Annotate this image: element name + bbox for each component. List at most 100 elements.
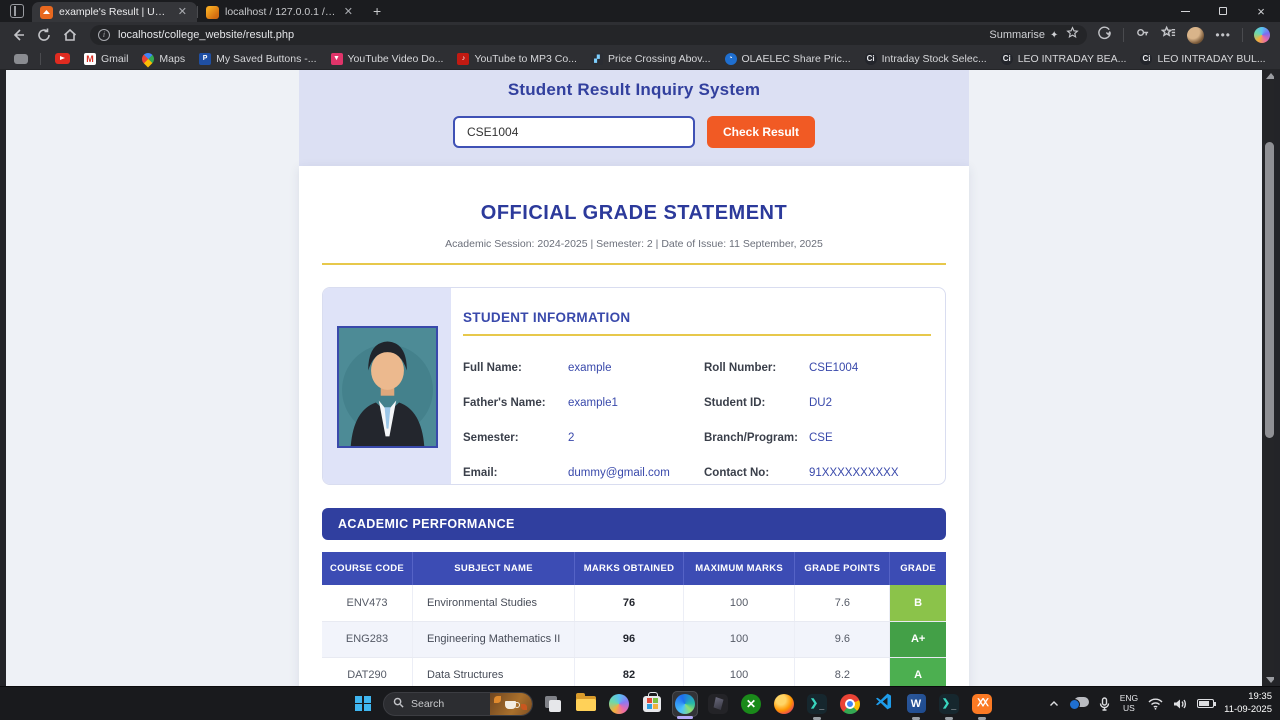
store-bag-icon xyxy=(643,696,661,712)
folder-icon xyxy=(576,696,596,711)
windows-logo-icon xyxy=(355,696,371,712)
bookmark-maps[interactable]: Maps xyxy=(142,53,185,65)
field-value: DU2 xyxy=(809,397,931,409)
mp3-converter-icon: ♪ xyxy=(457,53,469,65)
student-info-card: STUDENT INFORMATION Full Name: example R… xyxy=(322,287,946,485)
scrollbar-thumb[interactable] xyxy=(1265,142,1274,438)
xampp-button[interactable]: ꓫꓫ xyxy=(969,691,995,717)
task-view-button[interactable] xyxy=(540,691,566,717)
check-result-button[interactable]: Check Result xyxy=(707,116,815,148)
new-tab-button[interactable]: + xyxy=(373,3,381,19)
field-label: Contact No: xyxy=(704,467,809,479)
bookmark-price-crossing[interactable]: ▞Price Crossing Abov... xyxy=(591,53,711,65)
bookmark-star-icon[interactable] xyxy=(1066,26,1079,44)
bookmark-label: OLAELEC Share Pric... xyxy=(742,53,851,65)
powershell-button[interactable]: ❯_ xyxy=(936,691,962,717)
tab-close-icon[interactable]: ✕ xyxy=(342,6,355,19)
bookmark-label: Gmail xyxy=(101,53,128,65)
bookmark-yt-mp3[interactable]: ♪YouTube to MP3 Co... xyxy=(457,53,577,65)
maximum-marks: 100 xyxy=(683,621,795,657)
xbox-button[interactable]: ✕ xyxy=(738,691,764,717)
statement-title: OFFICIAL GRADE STATEMENT xyxy=(322,166,946,225)
bookmark-intraday[interactable]: Ci Intraday Stock Selec... xyxy=(865,53,987,65)
bookmark-apps[interactable] xyxy=(14,54,28,64)
bookmark-label: Intraday Stock Selec... xyxy=(882,53,987,65)
chartink-icon: Ci xyxy=(1140,53,1152,65)
tab-actions-icon[interactable] xyxy=(10,4,24,18)
chrome-button[interactable] xyxy=(837,691,863,717)
chartink-icon: Ci xyxy=(865,53,877,65)
avatar-illustration xyxy=(339,328,436,446)
home-icon[interactable] xyxy=(62,27,78,43)
site-info-icon[interactable]: i xyxy=(98,29,110,41)
favorites-icon[interactable] xyxy=(1161,25,1176,45)
taskbar-clock[interactable]: 19:35 11-09-2025 xyxy=(1224,691,1272,716)
roll-number-input[interactable] xyxy=(453,116,695,148)
bookmark-leo-bear[interactable]: CiLEO INTRADAY BEA... xyxy=(1001,53,1127,65)
tab-close-icon[interactable]: ✕ xyxy=(176,6,189,19)
onedrive-icon[interactable] xyxy=(1069,697,1089,710)
academic-performance-header: ACADEMIC PERFORMANCE xyxy=(322,508,946,540)
grade-statement-card: OFFICIAL GRADE STATEMENT Academic Sessio… xyxy=(299,166,969,686)
summarise-button[interactable]: Summarise ✦ xyxy=(989,29,1058,41)
gem-app-button[interactable] xyxy=(705,691,731,717)
firefox-button[interactable] xyxy=(771,691,797,717)
maximum-marks: 100 xyxy=(683,585,795,621)
info-row: Full Name: example Roll Number: CSE1004 xyxy=(463,350,931,385)
course-code: ENV473 xyxy=(322,585,412,621)
tab-result-page[interactable]: example's Result | University Resu ✕ xyxy=(32,2,197,22)
statement-meta: Academic Session: 2024-2025 | Semester: … xyxy=(322,238,946,250)
edge-button[interactable] xyxy=(672,691,698,717)
info-row: Semester: 2 Branch/Program: CSE xyxy=(463,420,931,455)
field-label: Email: xyxy=(463,467,568,479)
field-label: Student ID: xyxy=(704,397,809,409)
bookmark-leo-bull[interactable]: CiLEO INTRADAY BUL... xyxy=(1140,53,1265,65)
window-restore-button[interactable] xyxy=(1204,0,1242,22)
back-icon[interactable] xyxy=(10,27,26,43)
language-indicator[interactable]: ENG US xyxy=(1120,694,1138,714)
taskbar-search[interactable]: Search xyxy=(383,692,533,716)
field-label: Semester: xyxy=(463,432,568,444)
url-text[interactable]: localhost/college_website/result.php xyxy=(118,29,989,41)
refresh-icon[interactable] xyxy=(36,27,52,43)
xampp-icon: ꓫꓫ xyxy=(972,694,992,714)
file-explorer-button[interactable] xyxy=(573,691,599,717)
bookmark-yt-video[interactable]: ▼YouTube Video Do... xyxy=(331,53,444,65)
copilot-icon[interactable] xyxy=(1254,27,1270,43)
bookmark-saved-buttons[interactable]: PMy Saved Buttons -... xyxy=(199,53,316,65)
profile-avatar[interactable] xyxy=(1187,27,1204,44)
window-close-button[interactable]: × xyxy=(1242,0,1280,22)
tab-title: localhost / 127.0.0.1 / college_db xyxy=(225,6,336,18)
search-seasonal-art[interactable] xyxy=(490,692,532,716)
grade-badge: A xyxy=(890,657,946,686)
battery-icon[interactable] xyxy=(1197,699,1214,708)
browser-essentials-icon[interactable] xyxy=(1097,25,1112,45)
word-button[interactable]: W xyxy=(903,691,929,717)
tray-expand-icon[interactable] xyxy=(1049,699,1059,709)
column-header: SUBJECT NAME xyxy=(412,552,574,585)
start-button[interactable] xyxy=(350,691,376,717)
bookmark-gmail[interactable]: MGmail xyxy=(84,53,128,65)
result-site-favicon xyxy=(40,6,53,19)
table-row: DAT290 Data Structures 82 100 8.2 A xyxy=(322,657,946,686)
tab-phpmyadmin[interactable]: localhost / 127.0.0.1 / college_db ✕ xyxy=(198,2,363,22)
window-minimize-button[interactable] xyxy=(1166,0,1204,22)
microsoft-store-button[interactable] xyxy=(639,691,665,717)
maps-pin-icon xyxy=(140,50,157,67)
chart-icon: ▞ xyxy=(591,53,603,65)
bookmark-olaelec[interactable]: ◔OLAELEC Share Pric... xyxy=(725,53,851,65)
vscode-button[interactable] xyxy=(870,691,896,717)
student-photo xyxy=(337,326,438,448)
copilot-button[interactable] xyxy=(606,691,632,717)
toolbar-divider xyxy=(1123,28,1124,42)
volume-icon[interactable] xyxy=(1173,698,1187,710)
browser-menu-icon[interactable]: ••• xyxy=(1215,28,1231,42)
terminal-button[interactable]: ❯_ xyxy=(804,691,830,717)
wallet-icon[interactable] xyxy=(1135,25,1150,45)
edge-icon xyxy=(675,694,695,714)
microphone-icon[interactable] xyxy=(1099,697,1110,711)
bookmark-youtube[interactable] xyxy=(55,53,70,64)
wifi-icon[interactable] xyxy=(1148,698,1163,710)
summarise-sparkle-icon: ✦ xyxy=(1050,30,1058,41)
address-bar[interactable]: i localhost/college_website/result.php S… xyxy=(90,25,1087,45)
